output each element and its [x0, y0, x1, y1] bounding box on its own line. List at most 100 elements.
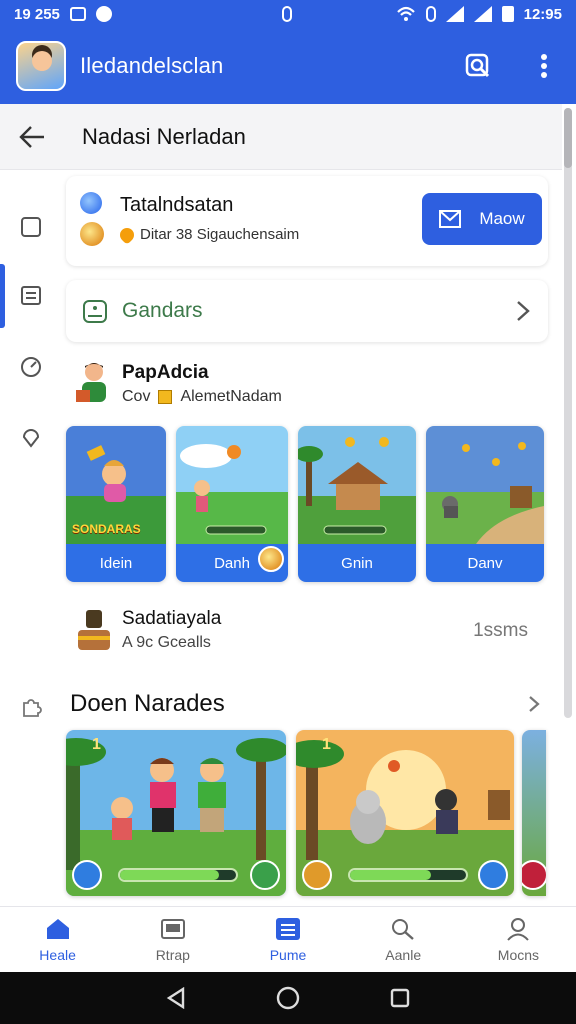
game-tile-label: Danv	[467, 554, 503, 572]
game-tile-art	[298, 426, 416, 544]
badge-icon	[158, 390, 173, 404]
player-row[interactable]: PapAdcia Cov AlemetNadam	[76, 356, 546, 412]
nav-item-home[interactable]: Heale	[0, 907, 115, 972]
search-icon	[465, 53, 490, 78]
nav-item-search[interactable]: Aanle	[346, 907, 461, 972]
mail-icon	[439, 210, 462, 228]
featured-card-1[interactable]: 1	[66, 730, 286, 896]
scrollbar[interactable]	[564, 108, 572, 718]
nav-label: Aanle	[385, 946, 422, 963]
list-item-subtitle: A 9c Gcealls	[122, 634, 211, 651]
app-logo[interactable]	[16, 41, 66, 91]
game-tile-1[interactable]: SONDARAS Idein	[66, 426, 166, 582]
mission-action-label: Maow	[479, 209, 525, 228]
game-tile-4[interactable]: Danv	[426, 426, 544, 582]
nav-item-profile[interactable]: Mocns	[461, 907, 576, 972]
featured-level: 1	[322, 736, 331, 753]
vibrate-icon	[425, 6, 436, 22]
search-icon	[392, 918, 414, 940]
game-tile-button[interactable]: Gnin	[298, 544, 416, 582]
chevron-right-icon	[529, 696, 540, 712]
rail-item-puzzle[interactable]	[18, 694, 44, 720]
player-detail: AlemetNadam	[180, 388, 282, 405]
store-icon	[160, 918, 185, 939]
nav-item-list[interactable]: Pume	[230, 907, 345, 972]
heart-icon	[117, 224, 137, 245]
battery-icon	[501, 6, 514, 22]
signal-icon	[445, 6, 464, 22]
game-tile-button[interactable]: Idein	[66, 544, 166, 582]
game-tile-label: Danh	[214, 554, 250, 572]
mission-card[interactable]: Tatalndsatan Ditar 38 Sigauchensaim Maow	[66, 176, 548, 266]
game-tile-banner: SONDARAS	[72, 522, 141, 536]
featured-card-3-partial[interactable]	[522, 730, 546, 896]
list-item[interactable]: Sadatiayala A 9c Gcealls 1ssms	[76, 604, 534, 660]
back-arrow-icon[interactable]	[18, 125, 46, 149]
scrollbar-thumb[interactable]	[564, 108, 572, 168]
list-item-name: Sadatiayala	[122, 608, 222, 629]
section-header[interactable]: Doen Narades	[70, 684, 540, 724]
game-tile-3[interactable]: Gnin	[298, 426, 416, 582]
section-title: Doen Narades	[70, 690, 225, 717]
status-time-left: 19 255	[14, 5, 60, 23]
notification-icon	[69, 7, 86, 21]
wifi-icon	[396, 6, 415, 21]
rail-item-gauge[interactable]	[18, 354, 44, 380]
game-tile-label: Idein	[99, 554, 133, 572]
gem-icon	[80, 192, 102, 214]
nav-label: Rtrap	[155, 946, 190, 963]
bird-icon[interactable]	[72, 860, 102, 890]
mission-title: Tatalndsatan	[120, 194, 234, 216]
nav-item-store[interactable]: Rtrap	[115, 907, 230, 972]
game-tile-2[interactable]: Danh	[176, 426, 288, 582]
player-tag: Cov	[122, 388, 151, 405]
bird-icon[interactable]	[478, 860, 508, 890]
nav-label: Pume	[269, 946, 307, 963]
featured-progress-fill	[350, 870, 432, 880]
nav-label: Heale	[39, 946, 76, 963]
sub-header: Nadasi Nerladan	[0, 104, 562, 170]
rail-active-indicator	[0, 264, 5, 328]
calendar-icon	[21, 286, 41, 305]
app-title: Iledandelsclan	[80, 53, 224, 78]
treasure-icon	[78, 610, 110, 650]
mission-action-button[interactable]: Maow	[422, 193, 542, 245]
overflow-menu-button[interactable]	[528, 50, 560, 82]
status-bar: 19 255 12:95	[0, 0, 576, 28]
game-tile-button[interactable]: Danv	[426, 544, 544, 582]
game-tile-art	[176, 426, 288, 544]
nav-label: Mocns	[497, 946, 540, 963]
notification-circle-icon	[95, 6, 112, 22]
badge-icon[interactable]	[522, 860, 546, 890]
gauge-icon	[21, 357, 41, 377]
chevron-right-icon	[517, 301, 530, 321]
leaf-icon[interactable]	[250, 860, 280, 890]
recents-icon[interactable]	[389, 987, 411, 1009]
category-label: Gandars	[122, 299, 203, 322]
square-icon	[21, 217, 41, 237]
category-row[interactable]: Gandars	[66, 280, 548, 342]
status-time-right: 12:95	[523, 5, 562, 23]
calendar-face-icon	[83, 300, 107, 323]
app-bar: Iledandelsclan	[0, 28, 576, 104]
mission-subtitle: Ditar 38 Sigauchensaim	[140, 226, 300, 243]
featured-progress-fill	[120, 870, 219, 880]
rail-item-calendar[interactable]	[18, 282, 44, 308]
game-tile-label: Gnin	[341, 554, 373, 572]
featured-level: 1	[92, 736, 101, 753]
puzzle-icon	[23, 699, 42, 717]
coin-icon	[80, 222, 104, 246]
featured-card-2[interactable]: 1	[296, 730, 514, 896]
back-icon[interactable]	[165, 987, 187, 1009]
profile-icon	[507, 917, 530, 941]
featured-progress-bar	[348, 868, 468, 882]
search-button[interactable]	[462, 50, 494, 82]
rail-item-location[interactable]	[18, 424, 44, 450]
home-circle-icon[interactable]	[276, 986, 300, 1010]
side-rail	[0, 170, 58, 910]
location-icon	[22, 429, 40, 448]
list-icon	[276, 917, 300, 940]
rail-item-square[interactable]	[18, 214, 44, 240]
app-screen: 19 255 12:95 Iledandelsclan Nadasi Nerla…	[0, 0, 576, 1024]
fruit-icon[interactable]	[302, 860, 332, 890]
